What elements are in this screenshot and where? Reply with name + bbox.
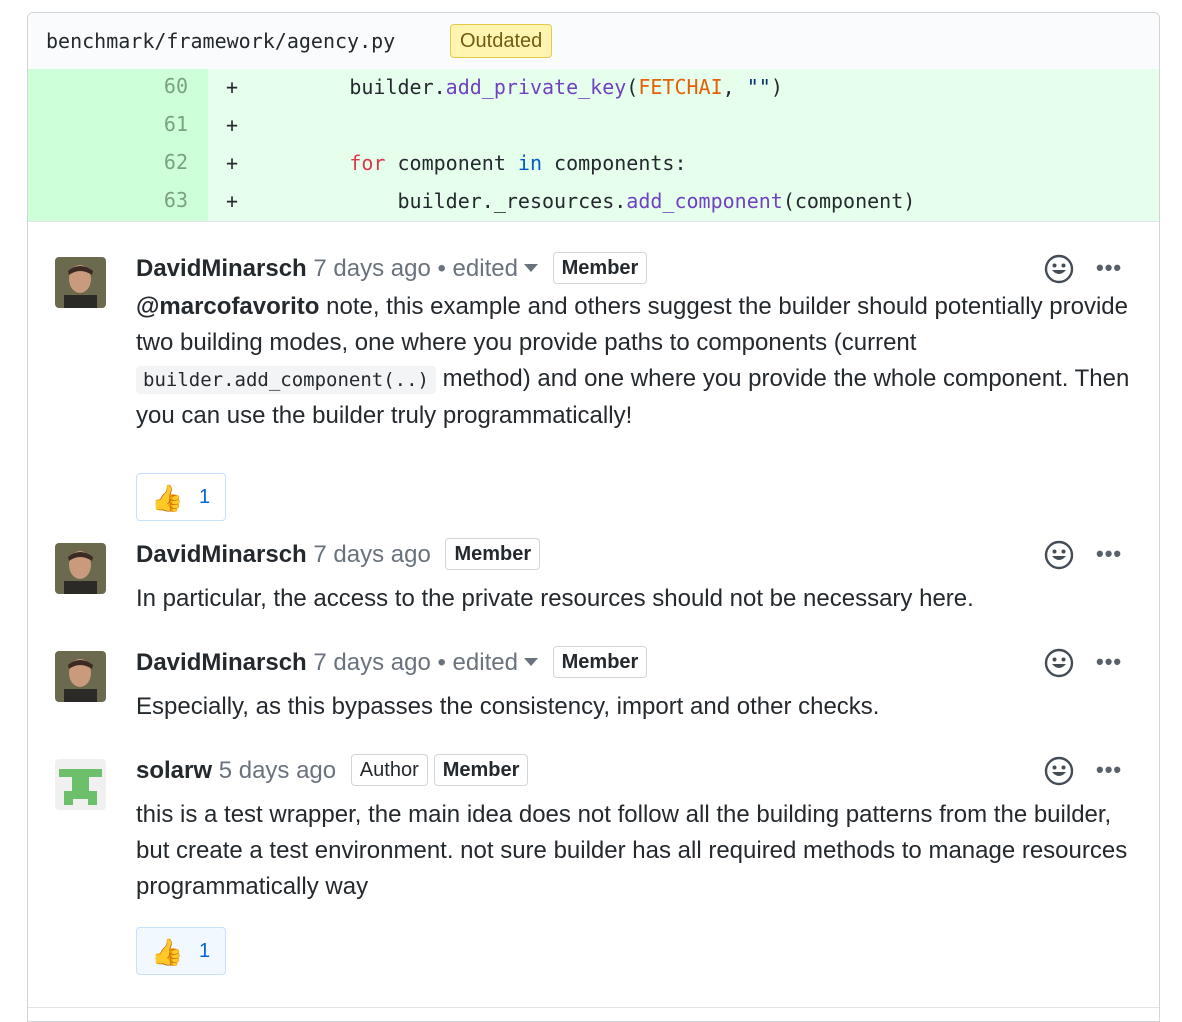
kebab-horizontal-icon[interactable]: ••• (1096, 757, 1122, 783)
code-text: for component in components: (349, 151, 687, 175)
avatar[interactable] (55, 651, 106, 702)
diff-marker: + (226, 151, 239, 175)
thumbs-up-icon: 👍 (151, 483, 184, 513)
smiley-icon[interactable] (1044, 756, 1074, 786)
comment-body: @marcofavorito note, this example and ot… (136, 293, 1130, 429)
comment-header: DavidMinarsch 7 days ago • edited Member (136, 251, 648, 287)
smiley-icon[interactable] (1044, 540, 1074, 570)
timestamp[interactable]: 7 days ago (313, 255, 430, 282)
comment-header: DavidMinarsch 7 days ago Member (136, 537, 541, 573)
reaction-count: 1 (199, 486, 211, 508)
diff-line-61: 61 + (28, 107, 1159, 145)
code-text: builder.add_private_key(FETCHAI, "") (349, 75, 783, 99)
author-name[interactable]: DavidMinarsch (136, 541, 307, 568)
kebab-horizontal-icon[interactable]: ••• (1096, 649, 1122, 675)
thumbs-up-icon: 👍 (151, 937, 184, 967)
timestamp[interactable]: 7 days ago (313, 649, 430, 676)
avatar[interactable] (55, 543, 106, 594)
comment-header: DavidMinarsch 7 days ago • edited Member (136, 645, 648, 681)
identicon-avatar[interactable] (55, 759, 106, 810)
comment-body: In particular, the access to the private… (136, 585, 974, 612)
chevron-down-icon (523, 263, 538, 272)
comment-header: solarw 5 days ago Author Member (136, 753, 529, 789)
diff-line-63: 63 + builder._resources.add_component(co… (28, 183, 1159, 221)
line-number[interactable]: 61 (28, 107, 208, 145)
smiley-icon[interactable] (1044, 254, 1074, 284)
edited-menu[interactable]: • edited (437, 255, 538, 282)
reaction-thumbs-up[interactable]: 👍 1 (136, 473, 226, 521)
reaction-count: 1 (199, 940, 211, 962)
member-badge: Member (445, 537, 541, 570)
chevron-down-icon (523, 657, 538, 666)
review-thread: benchmark/framework/agency.py Outdated 6… (27, 12, 1160, 1022)
kebab-horizontal-icon[interactable]: ••• (1096, 541, 1122, 567)
diff-line-60: 60 + builder.add_private_key(FETCHAI, ""… (28, 69, 1159, 107)
member-badge: Member (552, 645, 648, 678)
inline-code: builder.add_component(..) (136, 366, 436, 394)
user-mention[interactable]: @marcofavorito (136, 293, 319, 320)
line-number[interactable]: 62 (28, 145, 208, 183)
diff-marker: + (226, 189, 239, 213)
line-number[interactable]: 63 (28, 183, 208, 221)
timestamp[interactable]: 5 days ago (219, 757, 336, 784)
author-name[interactable]: DavidMinarsch (136, 649, 307, 676)
comment-body: this is a test wrapper, the main idea do… (136, 801, 1128, 900)
smiley-icon[interactable] (1044, 648, 1074, 678)
avatar[interactable] (55, 257, 106, 308)
edited-menu[interactable]: • edited (437, 649, 538, 676)
author-name[interactable]: solarw (136, 757, 212, 784)
file-header: benchmark/framework/agency.py Outdated (28, 13, 1159, 70)
reaction-thumbs-up[interactable]: 👍 1 (136, 927, 226, 975)
timestamp[interactable]: 7 days ago (313, 541, 430, 568)
diff-line-62: 62 + for component in components: (28, 145, 1159, 183)
diff-marker: + (226, 75, 239, 99)
comment-body: Especially, as this bypasses the consist… (136, 693, 880, 720)
author-badge: Author (350, 753, 428, 786)
member-badge: Member (552, 251, 648, 284)
diff-marker: + (226, 113, 239, 137)
outdated-badge: Outdated (450, 24, 553, 58)
kebab-horizontal-icon[interactable]: ••• (1096, 255, 1122, 281)
line-number[interactable]: 60 (28, 69, 208, 107)
author-name[interactable]: DavidMinarsch (136, 255, 307, 282)
file-path[interactable]: benchmark/framework/agency.py (46, 29, 395, 53)
code-text: builder._resources.add_component(compone… (397, 189, 916, 213)
member-badge: Member (433, 753, 529, 786)
